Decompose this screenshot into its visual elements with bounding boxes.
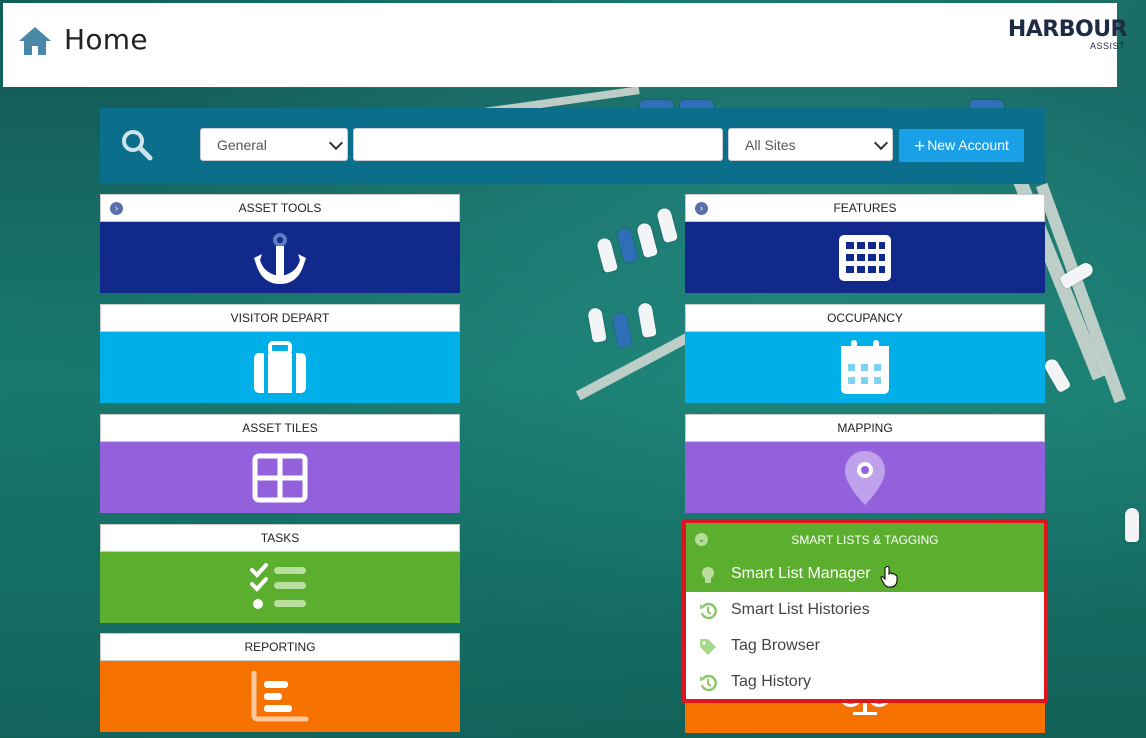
collapse-icon[interactable]: ⌄: [695, 533, 708, 546]
search-icon[interactable]: [120, 128, 154, 162]
site-select[interactable]: All Sites: [728, 128, 893, 161]
search-bar: General All Sites + New Account: [100, 108, 1045, 184]
tile-visitor-depart[interactable]: VISITOR DEPART: [100, 304, 460, 403]
history-icon: [700, 674, 717, 692]
menu-item-smart-list-manager[interactable]: Smart List Manager: [686, 556, 1044, 592]
map-pin-icon: [845, 450, 885, 505]
smart-lists-header[interactable]: ⌄ SMART LISTS & TAGGING: [686, 523, 1044, 556]
tile-features[interactable]: › FEATURES: [685, 194, 1045, 293]
bar-chart-icon: [251, 670, 309, 721]
tile-reporting[interactable]: REPORTING: [100, 633, 460, 732]
tile-title: FEATURES: [833, 201, 897, 215]
page-header: Home HARBOUR ASSIST: [3, 3, 1128, 87]
tag-icon: [700, 639, 716, 655]
anchor-icon: [254, 232, 306, 284]
harbour-assist-logo: HARBOUR ASSIST: [1007, 17, 1128, 51]
expand-icon[interactable]: ›: [695, 202, 708, 215]
history-icon: [700, 602, 717, 620]
tile-title: TASKS: [260, 531, 300, 545]
menu-item-tag-browser[interactable]: Tag Browser: [686, 628, 1044, 664]
tile-title: MAPPING: [837, 421, 893, 435]
plus-icon: +: [914, 136, 926, 157]
calendar-icon: [841, 339, 889, 394]
tile-hidden-bottom[interactable]: [685, 700, 1045, 733]
suitcase-icon: [254, 340, 306, 393]
grid-four-icon: [252, 453, 308, 502]
tile-asset-tiles[interactable]: ASSET TILES: [100, 414, 460, 513]
search-type-select[interactable]: General: [200, 128, 348, 161]
checklist-icon: [250, 562, 306, 609]
smart-lists-panel: ⌄ SMART LISTS & TAGGING Smart List Manag…: [682, 519, 1048, 703]
lightbulb-icon: [702, 567, 714, 583]
tile-mapping[interactable]: MAPPING: [685, 414, 1045, 513]
tile-title: ASSET TOOLS: [238, 201, 322, 215]
tile-occupancy[interactable]: OCCUPANCY: [685, 304, 1045, 403]
tile-title: OCCUPANCY: [827, 311, 903, 325]
tile-tasks[interactable]: TASKS: [100, 524, 460, 623]
chevron-down-icon: [873, 135, 889, 151]
expand-icon[interactable]: ›: [110, 202, 123, 215]
menu-item-tag-history[interactable]: Tag History: [686, 664, 1044, 700]
new-account-button[interactable]: + New Account: [899, 129, 1024, 162]
tile-title: SMART LISTS & TAGGING: [791, 533, 939, 547]
page-title: Home: [64, 23, 148, 56]
home-icon[interactable]: [18, 25, 52, 57]
search-input[interactable]: [353, 128, 723, 161]
tile-title: ASSET TILES: [242, 421, 318, 435]
chevron-down-icon: [328, 135, 344, 151]
pointer-cursor-icon: [880, 566, 898, 588]
menu-item-smart-list-histories[interactable]: Smart List Histories: [686, 592, 1044, 628]
tile-asset-tools[interactable]: › ASSET TOOLS: [100, 194, 460, 293]
tile-title: REPORTING: [244, 640, 316, 654]
grid-apps-icon: [839, 234, 891, 281]
tile-title: VISITOR DEPART: [230, 311, 330, 325]
